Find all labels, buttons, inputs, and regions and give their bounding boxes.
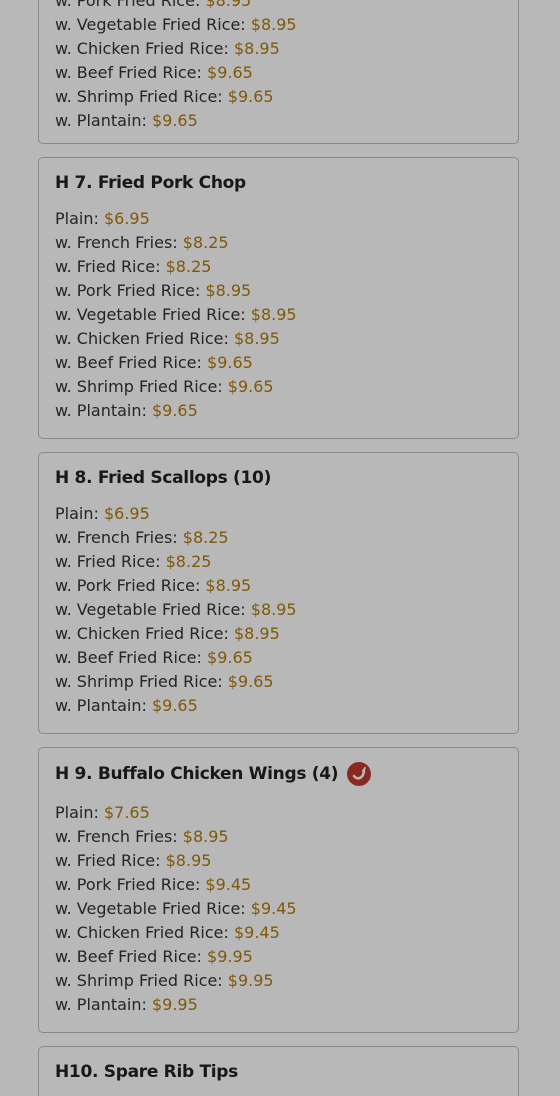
menu-page: w. Pork Fried Rice: $8.95 w. Vegetable F… bbox=[0, 0, 560, 1096]
modal-backdrop-overlay[interactable] bbox=[0, 0, 560, 1096]
